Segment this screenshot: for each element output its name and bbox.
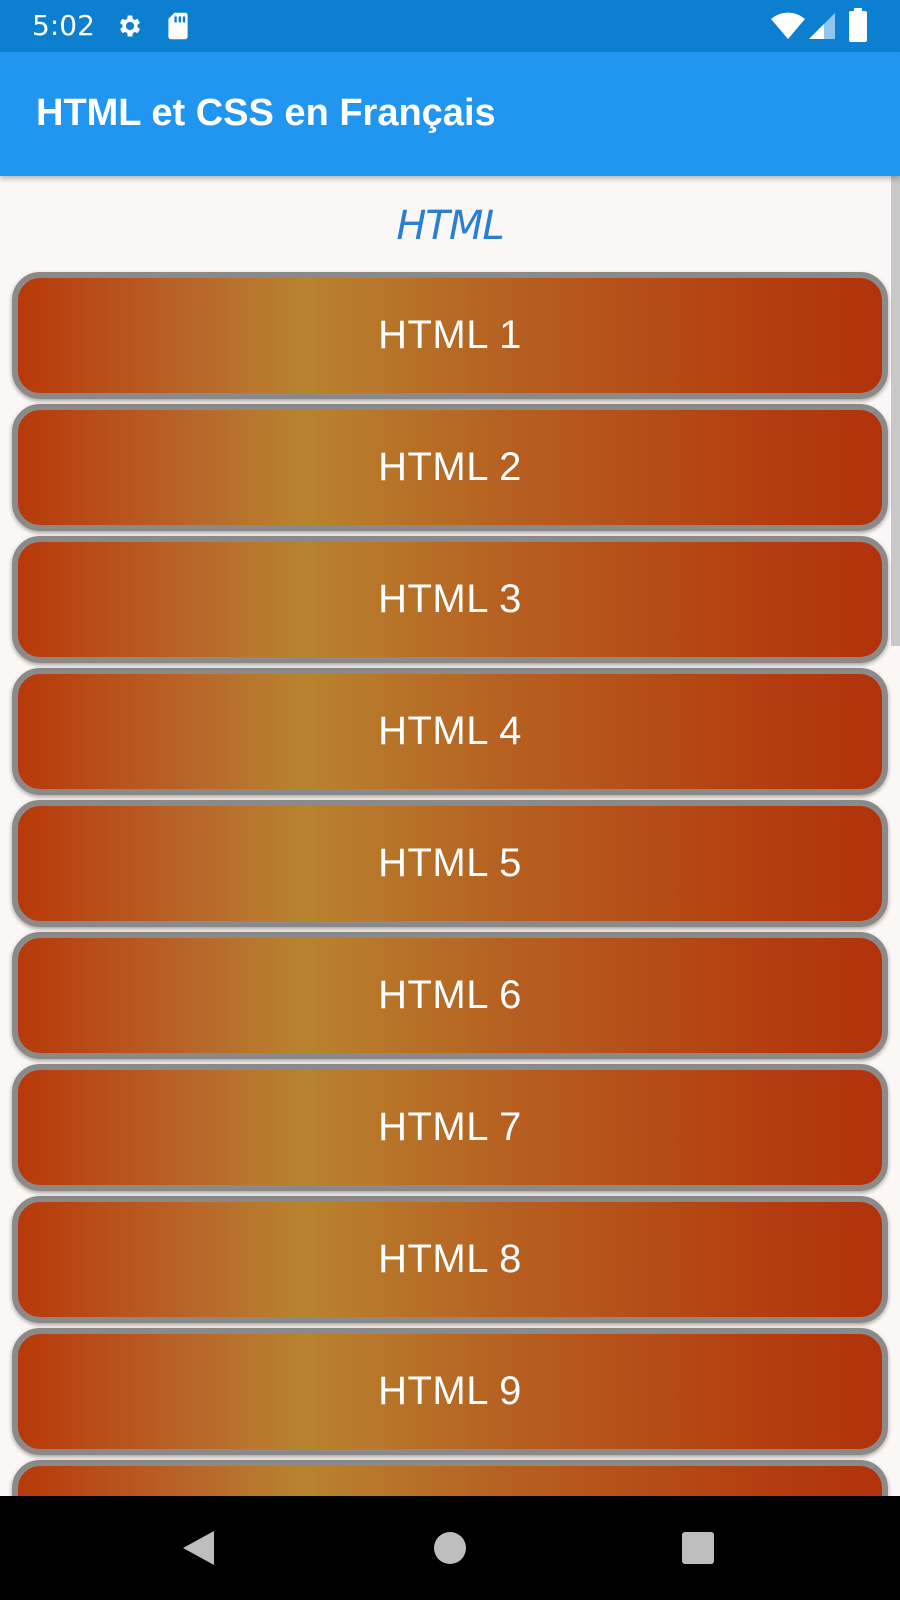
list-item-label: HTML 4 [378,709,522,753]
list-item-html-9[interactable]: HTML 9 [12,1328,888,1455]
back-icon[interactable] [180,1529,216,1567]
list-item-label: HTML 7 [378,1105,522,1149]
wifi-icon [771,12,805,39]
list-item-html-7[interactable]: HTML 7 [12,1064,888,1191]
list-item-label: HTML 9 [378,1369,522,1413]
list-item-html-8[interactable]: HTML 8 [12,1196,888,1323]
list-item-html-5[interactable]: HTML 5 [12,800,888,927]
app-title: HTML et CSS en Français [36,92,496,134]
list-item-html-3[interactable]: HTML 3 [12,536,888,663]
battery-icon [849,8,867,42]
status-time: 5:02 [32,9,95,42]
app-bar: HTML et CSS en Français [0,52,900,176]
content-area[interactable]: HTML HTML 1 HTML 2 HTML 3 HTML 4 HTML 5 … [0,176,900,1496]
recent-apps-icon[interactable] [681,1531,715,1565]
status-bar: 5:02 [0,0,900,52]
lesson-list: HTML 1 HTML 2 HTML 3 HTML 4 HTML 5 HTML … [12,272,888,1496]
list-item-html-10[interactable] [12,1460,888,1496]
list-item-html-2[interactable]: HTML 2 [12,404,888,531]
list-item-label: HTML 6 [378,973,522,1017]
list-item-label: HTML 1 [378,313,522,357]
sd-card-icon [168,12,188,40]
list-item-html-4[interactable]: HTML 4 [12,668,888,795]
list-item-label: HTML 5 [378,841,522,885]
list-item-label: HTML 3 [378,577,522,621]
signal-icon [809,13,835,39]
list-item-label: HTML 2 [378,445,522,489]
gear-icon [119,15,141,37]
section-title: HTML [396,203,504,249]
list-item-html-1[interactable]: HTML 1 [12,272,888,399]
navigation-bar [0,1496,900,1600]
list-item-html-6[interactable]: HTML 6 [12,932,888,1059]
home-icon[interactable] [433,1531,467,1565]
list-item-label: HTML 8 [378,1237,522,1281]
